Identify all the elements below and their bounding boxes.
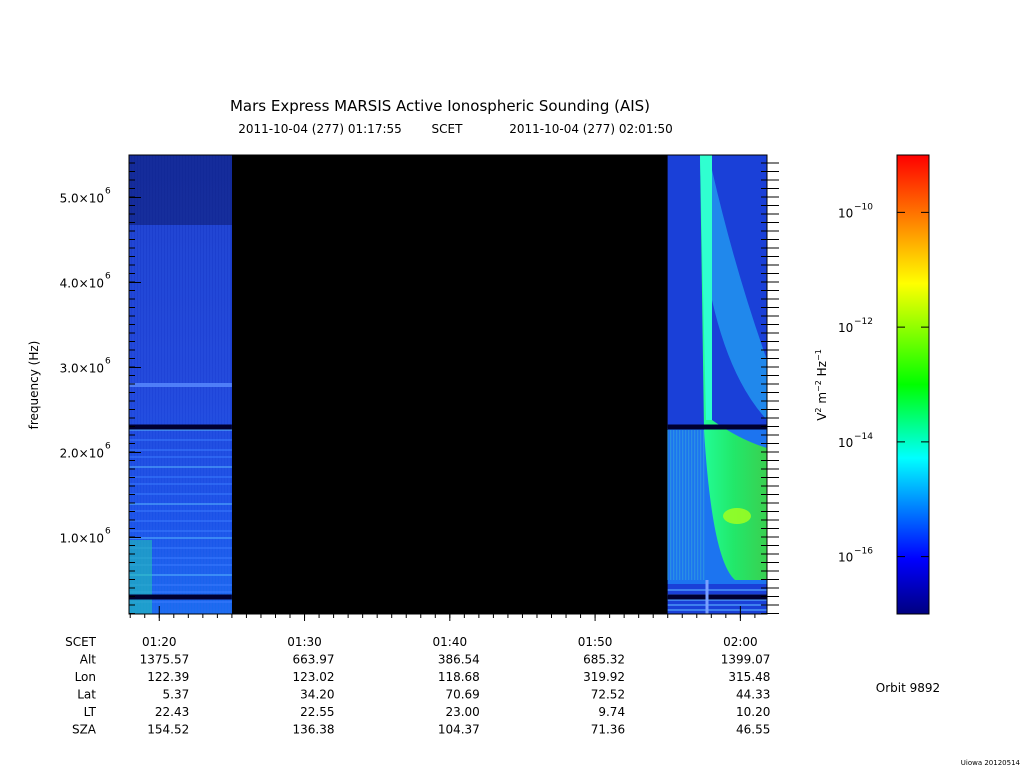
ephemeris-cell: 22.43 <box>155 705 189 719</box>
ephemeris-cell: 118.68 <box>438 670 480 684</box>
upper-dark-region <box>129 155 232 225</box>
ephemeris-cell: 386.54 <box>438 653 480 667</box>
time-end: 2011-10-04 (277) 02:01:50 <box>509 122 673 136</box>
colorbar <box>896 154 930 615</box>
data-segment-right <box>667 155 767 614</box>
y-tick-label: 3.0×10 <box>60 362 104 376</box>
orbit-label: Orbit 9892 <box>876 681 940 695</box>
ephemeris-cell: 663.97 <box>293 653 335 667</box>
ephemeris-cell: 5.37 <box>163 688 190 702</box>
ephemeris-cell: 01:30 <box>287 635 322 649</box>
ephemeris-cell: 104.37 <box>438 723 480 737</box>
ephemeris-cell: 123.02 <box>293 670 335 684</box>
ephemeris-cell: 44.33 <box>736 688 770 702</box>
ephemeris-row-label: SZA <box>72 723 97 737</box>
ephemeris-cell: 154.52 <box>147 723 189 737</box>
ephemeris-cell: 315.48 <box>728 670 770 684</box>
ais-figure: Mars Express MARSIS Active Ionospheric S… <box>27 97 1021 767</box>
y-axis-label: frequency (Hz) <box>27 341 41 430</box>
ephemeris-cell: 685.32 <box>583 653 625 667</box>
ephemeris-cell: 1375.57 <box>140 653 190 667</box>
low-freq-echoes <box>129 540 152 614</box>
ephemeris-row-label: LT <box>84 705 97 719</box>
ephemeris-cell: 01:20 <box>142 635 177 649</box>
ephemeris-row-label: Alt <box>80 653 97 667</box>
ephemeris-cell: 23.00 <box>445 705 479 719</box>
peak-echo <box>723 508 751 524</box>
time-frame: SCET <box>432 122 464 136</box>
ephemeris-cell: 9.74 <box>598 705 625 719</box>
chart-title: Mars Express MARSIS Active Ionospheric S… <box>230 97 650 115</box>
ephemeris-row-label: SCET <box>65 635 97 649</box>
y-tick-exponent: 6 <box>105 442 111 452</box>
ephemeris-table: SCET 01:20 01:30 01:40 01:50 02:00 Alt 1375.57 6… <box>65 635 770 737</box>
spectrogram-plot <box>129 155 767 614</box>
colorbar-tick-exponent: −14 <box>854 432 873 442</box>
y-tick-label: 1.0×10 <box>60 532 104 546</box>
colorbar-tick-label: 10 <box>838 551 853 565</box>
colorbar-tick-exponent: −16 <box>854 547 873 557</box>
ephemeris-cell: 02:00 <box>723 635 758 649</box>
data-segment-left <box>129 155 232 614</box>
footer-credit: Uiowa 20120514 <box>961 759 1021 767</box>
colorbar-tick-exponent: −10 <box>854 202 873 212</box>
y-tick-label: 4.0×10 <box>60 277 104 291</box>
ephemeris-row-label: Lon <box>75 670 96 684</box>
ephemeris-cell: 1399.07 <box>721 653 771 667</box>
colorbar-tick-label: 10 <box>838 206 853 220</box>
y-tick-label: 2.0×10 <box>60 447 104 461</box>
time-start: 2011-10-04 (277) 01:17:55 <box>238 122 402 136</box>
ephemeris-cell: 122.39 <box>147 670 189 684</box>
data-gap <box>231 155 668 614</box>
ephemeris-cell: 01:40 <box>433 635 468 649</box>
ephemeris-cell: 01:50 <box>578 635 613 649</box>
colorbar-tick-label: 10 <box>838 321 853 335</box>
ephemeris-row-label: Lat <box>77 688 96 702</box>
y-tick-exponent: 6 <box>105 272 111 282</box>
y-tick-exponent: 6 <box>105 357 111 367</box>
ephemeris-cell: 72.52 <box>591 688 625 702</box>
ephemeris-cell: 136.38 <box>293 723 335 737</box>
y-tick-label: 5.0×10 <box>60 192 104 206</box>
ephemeris-cell: 319.92 <box>583 670 625 684</box>
ephemeris-cell: 34.20 <box>300 688 334 702</box>
colorbar-tick-exponent: −12 <box>854 317 873 327</box>
ephemeris-cell: 71.36 <box>591 723 625 737</box>
ephemeris-cell: 10.20 <box>736 705 770 719</box>
y-tick-exponent: 6 <box>105 187 111 197</box>
ephemeris-cell: 46.55 <box>736 723 770 737</box>
y-tick-exponent: 6 <box>105 527 111 537</box>
colorbar-label: V2 m−2 Hz−1 <box>814 349 829 421</box>
colorbar-tick-label: 10 <box>838 436 853 450</box>
ephemeris-cell: 22.55 <box>300 705 334 719</box>
ephemeris-cell: 70.69 <box>445 688 479 702</box>
band <box>129 383 232 387</box>
